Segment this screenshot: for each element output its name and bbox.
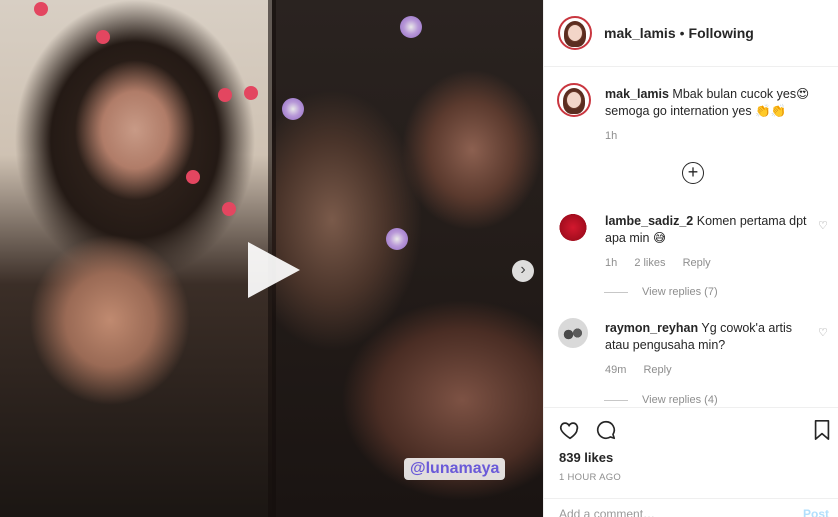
comment-time: 1h xyxy=(605,257,618,269)
likes-count[interactable]: 839 likes xyxy=(559,450,613,465)
comment-username[interactable]: raymon_reyhan xyxy=(605,321,698,335)
heart-sticker xyxy=(34,2,48,16)
heart-sticker xyxy=(218,88,232,102)
heart-sticker xyxy=(186,170,200,184)
video-frame-left xyxy=(0,0,272,517)
flower-sticker xyxy=(400,16,422,38)
caption-time: 1h xyxy=(605,130,618,142)
bookmark-icon[interactable] xyxy=(813,419,831,441)
heart-sticker xyxy=(96,30,110,44)
flower-sticker xyxy=(282,98,304,120)
heart-sticker xyxy=(222,202,236,216)
comment-placeholder: Add a comment… xyxy=(559,507,656,517)
post-button[interactable]: Post xyxy=(803,507,829,517)
caption-username[interactable]: mak_lamis xyxy=(605,87,669,101)
load-more-comments-button[interactable]: + xyxy=(682,162,704,184)
avatar[interactable] xyxy=(558,16,592,50)
flower-sticker xyxy=(386,228,408,250)
heart-icon[interactable] xyxy=(559,419,581,441)
post-header: mak_lamis • Following xyxy=(544,0,838,67)
view-replies-button[interactable]: View replies (4) xyxy=(604,394,718,406)
like-comment-icon[interactable]: ♡ xyxy=(818,221,828,232)
mention-sticker: @lunamaya xyxy=(404,458,506,480)
like-comment-icon[interactable]: ♡ xyxy=(818,328,828,339)
comments-section[interactable]: mak_lamis Mbak bulan cucok yes😍 semoga g… xyxy=(544,68,838,406)
chevron-right-icon[interactable]: › xyxy=(512,260,534,282)
comment-time: 49m xyxy=(605,364,627,376)
comment-input[interactable]: Add a comment… Post xyxy=(544,498,838,517)
comment-username[interactable]: lambe_sadiz_2 xyxy=(605,214,693,228)
post-sidebar: mak_lamis • Following mak_lamis Mbak bul… xyxy=(543,0,838,517)
video-frame-right xyxy=(272,0,543,517)
play-icon[interactable] xyxy=(248,242,300,298)
comment-likes[interactable]: 2 likes xyxy=(634,257,665,269)
reply-button[interactable]: Reply xyxy=(643,364,671,376)
heart-sticker xyxy=(244,86,258,100)
post-actions: 839 likes 1 HOUR AGO Add a comment… Post xyxy=(544,407,838,517)
header-username[interactable]: mak_lamis xyxy=(604,25,676,41)
comment-icon[interactable] xyxy=(595,419,617,441)
commenter-avatar[interactable] xyxy=(558,211,588,241)
post-timestamp: 1 HOUR AGO xyxy=(559,472,622,483)
post-media[interactable]: › @lunamaya xyxy=(0,0,543,517)
header-separator: • xyxy=(679,25,685,41)
commenter-avatar[interactable] xyxy=(558,318,588,348)
reply-button[interactable]: Reply xyxy=(683,257,711,269)
following-button[interactable]: Following xyxy=(689,25,754,41)
avatar[interactable] xyxy=(557,83,591,117)
view-replies-button[interactable]: View replies (7) xyxy=(604,286,718,298)
